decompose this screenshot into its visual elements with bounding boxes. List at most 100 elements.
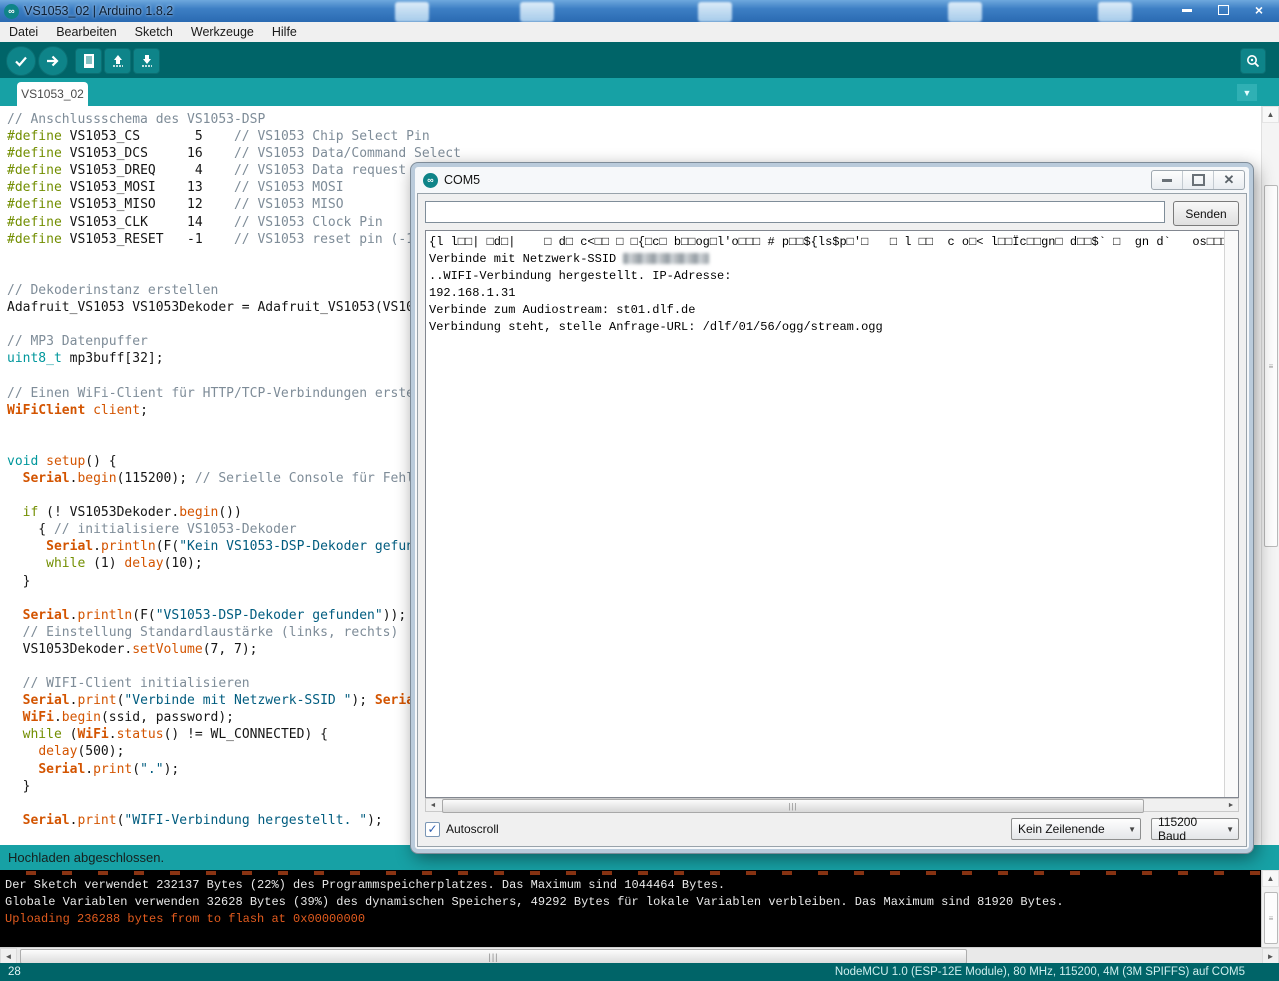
code-line [7, 487, 469, 504]
line-ending-select[interactable]: Kein Zeilenende ▼ [1011, 818, 1141, 840]
code-line: #define VS1053_CLK 14 // VS1053 Clock Pi… [7, 214, 469, 231]
code-line [7, 658, 469, 675]
check-icon [13, 53, 29, 69]
code-line: WiFi.begin(ssid, password); [7, 709, 469, 726]
code-line [7, 248, 469, 265]
horizontal-scrollbar-thumb[interactable]: ||| [20, 949, 967, 964]
code-line: uint8_t mp3buff[32]; [7, 350, 469, 367]
serial-input-field[interactable] [425, 201, 1165, 223]
console-lines: Der Sketch verwendet 232137 Bytes (22%) … [0, 877, 1262, 928]
code-line: #define VS1053_MOSI 13 // VS1053 MOSI [7, 179, 469, 196]
editor-scrollbar-thumb[interactable]: ≡ [1264, 185, 1278, 547]
send-button[interactable]: Senden [1173, 201, 1239, 226]
menu-item-sketch[interactable]: Sketch [126, 25, 182, 39]
restore-button[interactable] [1209, 2, 1237, 18]
board-info: NodeMCU 1.0 (ESP-12E Module), 80 MHz, 11… [835, 966, 1279, 978]
build-console[interactable]: Der Sketch verwendet 232137 Bytes (22%) … [0, 870, 1262, 947]
background-window-artifact [698, 2, 732, 22]
code-line: } [7, 778, 469, 795]
serial-hscrollbar-thumb[interactable]: ||| [442, 799, 1144, 813]
menu-item-werkzeuge[interactable]: Werkzeuge [182, 25, 263, 39]
code-line: // WIFI-Client initialisieren [7, 675, 469, 692]
redacted-ssid [623, 253, 709, 264]
scroll-right-icon[interactable]: ► [1262, 948, 1279, 964]
serial-monitor-title-bar[interactable]: ∞ COM5 ✕ [415, 167, 1249, 193]
tab-label: VS1053_02 [21, 87, 84, 101]
serial-monitor-title: COM5 [444, 173, 480, 187]
autoscroll-checkbox[interactable]: ✓ [425, 822, 440, 837]
serial-maximize-button[interactable] [1183, 171, 1214, 189]
background-window-artifact [948, 2, 982, 22]
serial-output-line: Verbinde mit Netzwerk-SSID [429, 251, 1238, 268]
upload-button[interactable] [38, 46, 68, 76]
serial-monitor-controls: ✓ Autoscroll Kein Zeilenende ▼ 115200 Ba… [418, 812, 1246, 846]
editor-horizontal-scrollbar[interactable]: ◄ ||| ► [0, 947, 1279, 964]
serial-close-button[interactable]: ✕ [1214, 171, 1244, 189]
menu-item-bearbeiten[interactable]: Bearbeiten [47, 25, 125, 39]
console-line: Der Sketch verwendet 232137 Bytes (22%) … [5, 877, 1262, 894]
minimize-icon [1182, 9, 1192, 12]
baud-rate-select[interactable]: 115200 Baud ▼ [1151, 818, 1239, 840]
serial-monitor-window: ∞ COM5 ✕ Senden {l l□□| □d□| □ d□ c<□□ □… [411, 163, 1253, 853]
window-title: VS1053_02 | Arduino 1.8.2 [24, 4, 173, 18]
console-vertical-scrollbar[interactable]: ▲ ≡ [1261, 870, 1279, 947]
code-line: #define VS1053_CS 5 // VS1053 Chip Selec… [7, 128, 469, 145]
background-window-artifact [395, 2, 429, 22]
serial-output-area[interactable]: {l l□□| □d□| □ d□ c<□□ □ □{□c□ b□□og□l'o… [425, 230, 1239, 798]
document-icon [82, 53, 96, 69]
verify-button[interactable] [6, 46, 36, 76]
new-sketch-button[interactable] [75, 48, 102, 74]
open-sketch-button[interactable] [104, 48, 131, 74]
code-line [7, 590, 469, 607]
code-line: WiFiClient client; [7, 402, 469, 419]
serial-output-line: Verbindung steht, stelle Anfrage-URL: /d… [429, 319, 1238, 336]
close-button[interactable]: × [1245, 2, 1273, 18]
autoscroll-label: Autoscroll [446, 822, 499, 836]
code-line: #define VS1053_DREQ 4 // VS1053 Data req… [7, 162, 469, 179]
line-ending-value: Kein Zeilenende [1018, 822, 1105, 836]
code-line: if (! VS1053Dekoder.begin()) [7, 504, 469, 521]
serial-output-lines: {l l□□| □d□| □ d□ c<□□ □ □{□c□ b□□og□l'o… [426, 234, 1238, 336]
serial-output-line: {l l□□| □d□| □ d□ c<□□ □ □{□c□ b□□og□l'o… [429, 234, 1238, 251]
console-line: Uploading 236288 bytes from to flash at … [5, 911, 1262, 928]
background-window-artifact [1098, 2, 1132, 22]
arrow-down-icon [140, 53, 154, 69]
tab-vs1053-02[interactable]: VS1053_02 [17, 82, 88, 106]
serial-minimize-button[interactable] [1152, 171, 1183, 189]
console-clipped-line [0, 871, 1262, 875]
scroll-left-icon[interactable]: ◄ [426, 799, 440, 811]
close-icon: × [1255, 3, 1263, 17]
serial-output-line: Verbinde zum Audiostream: st01.dlf.de [429, 302, 1238, 319]
code-line: Adafruit_VS1053 VS1053Dekoder = Adafruit… [7, 299, 469, 316]
close-icon: ✕ [1224, 172, 1235, 188]
save-sketch-button[interactable] [133, 48, 160, 74]
arduino-logo-icon: ∞ [4, 4, 19, 19]
menu-item-hilfe[interactable]: Hilfe [263, 25, 306, 39]
scroll-left-icon[interactable]: ◄ [0, 948, 17, 964]
arrow-up-icon [111, 53, 125, 69]
tab-list-dropdown-button[interactable]: ▼ [1237, 84, 1257, 101]
code-line [7, 795, 469, 812]
editor-vertical-scrollbar[interactable]: ▲ ≡ [1261, 106, 1279, 947]
console-scrollbar-thumb[interactable]: ≡ [1264, 892, 1278, 944]
scroll-up-icon[interactable]: ▲ [1262, 870, 1279, 887]
code-line: // Anschlussschema des VS1053-DSP [7, 111, 469, 128]
code-line: while (1) delay(10); [7, 555, 469, 572]
code-line: void setup() { [7, 453, 469, 470]
serial-monitor-button[interactable] [1240, 48, 1266, 74]
code-line [7, 367, 469, 384]
title-bar[interactable]: ∞ VS1053_02 | Arduino 1.8.2 × [0, 0, 1279, 22]
code-line: #define VS1053_MISO 12 // VS1053 MISO [7, 196, 469, 213]
scroll-up-icon[interactable]: ▲ [1262, 106, 1279, 123]
console-line: Globale Variablen verwenden 32628 Bytes … [5, 894, 1262, 911]
serial-output-line: ..WIFI-Verbindung hergestellt. IP-Adress… [429, 268, 1238, 285]
code-line: Serial.println(F("VS1053-DSP-Dekoder gef… [7, 607, 469, 624]
serial-horizontal-scrollbar[interactable]: ◄ ||| ► [425, 798, 1239, 812]
menu-item-datei[interactable]: Datei [0, 25, 47, 39]
code-line [7, 265, 469, 282]
scroll-right-icon[interactable]: ► [1224, 799, 1238, 811]
code-line: } [7, 573, 469, 590]
status-message: Hochladen abgeschlossen. [8, 850, 164, 865]
minimize-button[interactable] [1173, 2, 1201, 18]
serial-vertical-scrollbar[interactable] [1224, 231, 1238, 797]
